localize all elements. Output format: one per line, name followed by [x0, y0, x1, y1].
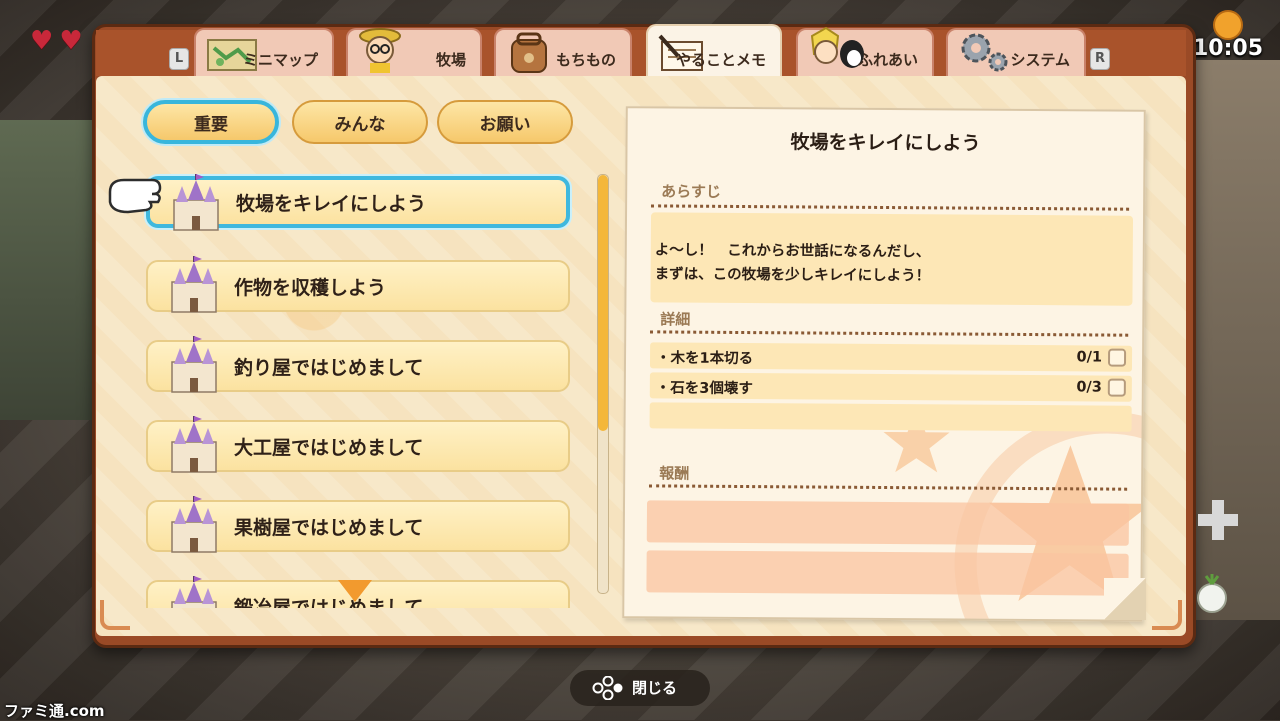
- reward-row: [646, 500, 1130, 546]
- side-hud: [1190, 470, 1250, 550]
- filter-label: 重要: [194, 114, 228, 135]
- left-room-scene: [0, 120, 100, 420]
- summary-line: よ～し！ これからお世話になるんだし、: [654, 242, 931, 261]
- heart-icon: ♥: [30, 26, 54, 56]
- quest-list: 牧場をキレイにしよう 作物を収穫しよう 釣り屋ではじめまして 大工屋ではじめまし…: [140, 170, 580, 608]
- quest-title: 牧場をキレイにしよう: [236, 192, 427, 215]
- frame-corner-ornament: [100, 600, 130, 630]
- tab-todo-memo[interactable]: やることメモ: [646, 24, 782, 76]
- nobita-portrait-icon: [359, 28, 401, 73]
- section-divider: [651, 204, 1130, 211]
- castle-icon: [171, 336, 217, 393]
- page-curl-decoration: [1104, 578, 1146, 620]
- tab-label: もちもの: [555, 51, 616, 69]
- quest-title: 作物を収穫しよう: [234, 276, 387, 299]
- task-label: ・木を1本切る: [655, 350, 754, 368]
- scroll-down-arrow-icon[interactable]: [338, 580, 372, 602]
- tab-minimap[interactable]: ミニマップ: [194, 28, 334, 76]
- filter-label: みんな: [334, 114, 386, 135]
- quest-title: 釣り屋ではじめまして: [234, 356, 424, 379]
- castle-icon: [171, 416, 217, 473]
- tab-label: ふれあい: [857, 51, 918, 69]
- filter-important[interactable]: 重要: [143, 100, 279, 144]
- close-label: 閉じる: [632, 679, 678, 697]
- health-hearts: ♥ ♥: [30, 28, 83, 54]
- quest-title: 鍛冶屋ではじめまして: [234, 596, 424, 609]
- tab-label: システム: [1010, 51, 1070, 69]
- castle-icon: [173, 174, 219, 231]
- pointer-hand-icon: [108, 178, 162, 214]
- turnip-item-icon: [1197, 574, 1227, 613]
- quest-item[interactable]: 牧場をキレイにしよう: [146, 174, 570, 231]
- quest-item[interactable]: 大工屋ではじめまして: [146, 416, 570, 473]
- tab-label: やることメモ: [675, 51, 766, 69]
- tab-inventory[interactable]: もちもの: [494, 28, 632, 76]
- reward-row: [646, 550, 1129, 596]
- castle-icon: [171, 496, 217, 553]
- castle-icon: [171, 576, 217, 608]
- gear-icon: [961, 33, 1008, 72]
- frame-corner-ornament: [1152, 600, 1182, 630]
- quest-list-scrollbar[interactable]: [597, 174, 609, 594]
- empty-task-row: [649, 402, 1132, 432]
- tab-ranch[interactable]: 牧場: [346, 28, 482, 76]
- task-checkbox: [1107, 348, 1127, 367]
- quest-title: 大工屋ではじめまして: [234, 436, 424, 459]
- clock-time: 10:05: [1193, 36, 1264, 61]
- game-clock: 10:05: [1193, 10, 1264, 68]
- r-button-icon[interactable]: R: [1090, 48, 1110, 70]
- face-buttons-icon: [592, 676, 623, 700]
- scrollbar-thumb[interactable]: [598, 175, 608, 431]
- heart-icon: ♥: [59, 26, 83, 56]
- task-checkbox: [1107, 378, 1126, 397]
- quest-item[interactable]: 釣り屋ではじめまして: [146, 336, 570, 393]
- backpack-icon: [511, 32, 547, 73]
- castle-icon: [171, 256, 217, 313]
- quest-title: 果樹屋ではじめまして: [234, 516, 424, 539]
- quest-item[interactable]: 果樹屋ではじめまして: [146, 496, 570, 553]
- watermark-text: ファミ通.com: [4, 702, 105, 720]
- quest-detail-title: 牧場をキレイにしよう: [790, 131, 981, 155]
- task-progress: 0/3: [1076, 379, 1102, 396]
- summary-heading: あらすじ: [661, 182, 721, 201]
- filter-requests[interactable]: お願い: [437, 100, 573, 144]
- task-label: ・石を3個壊す: [655, 380, 753, 398]
- task-row: ・石を3個壊す 0/3: [649, 372, 1132, 402]
- filter-label: お願い: [479, 114, 531, 135]
- reward-heading: 報酬: [659, 464, 690, 483]
- tab-label: 牧場: [435, 51, 466, 69]
- section-divider: [650, 330, 1129, 337]
- l-button-icon[interactable]: L: [169, 48, 189, 70]
- task-progress: 0/1: [1076, 349, 1103, 366]
- tab-system[interactable]: システム: [946, 28, 1086, 76]
- close-prompt[interactable]: 閉じる: [570, 670, 710, 706]
- quest-item[interactable]: 作物を収穫しよう: [146, 256, 570, 313]
- filter-everyone[interactable]: みんな: [292, 100, 428, 144]
- tab-interactions[interactable]: ふれあい: [796, 26, 934, 76]
- quest-detail-card: 牧場をキレイにしよう あらすじ よ～し！ これからお世話になるんだし、 まずは、…: [622, 106, 1146, 622]
- summary-line: まずは、この牧場を少しキレイにしよう！: [654, 266, 931, 285]
- task-row: ・木を1本切る 0/1: [649, 342, 1133, 372]
- tab-label: ミニマップ: [242, 51, 318, 69]
- details-heading: 詳細: [660, 310, 691, 329]
- dpad-icon: [1198, 500, 1238, 540]
